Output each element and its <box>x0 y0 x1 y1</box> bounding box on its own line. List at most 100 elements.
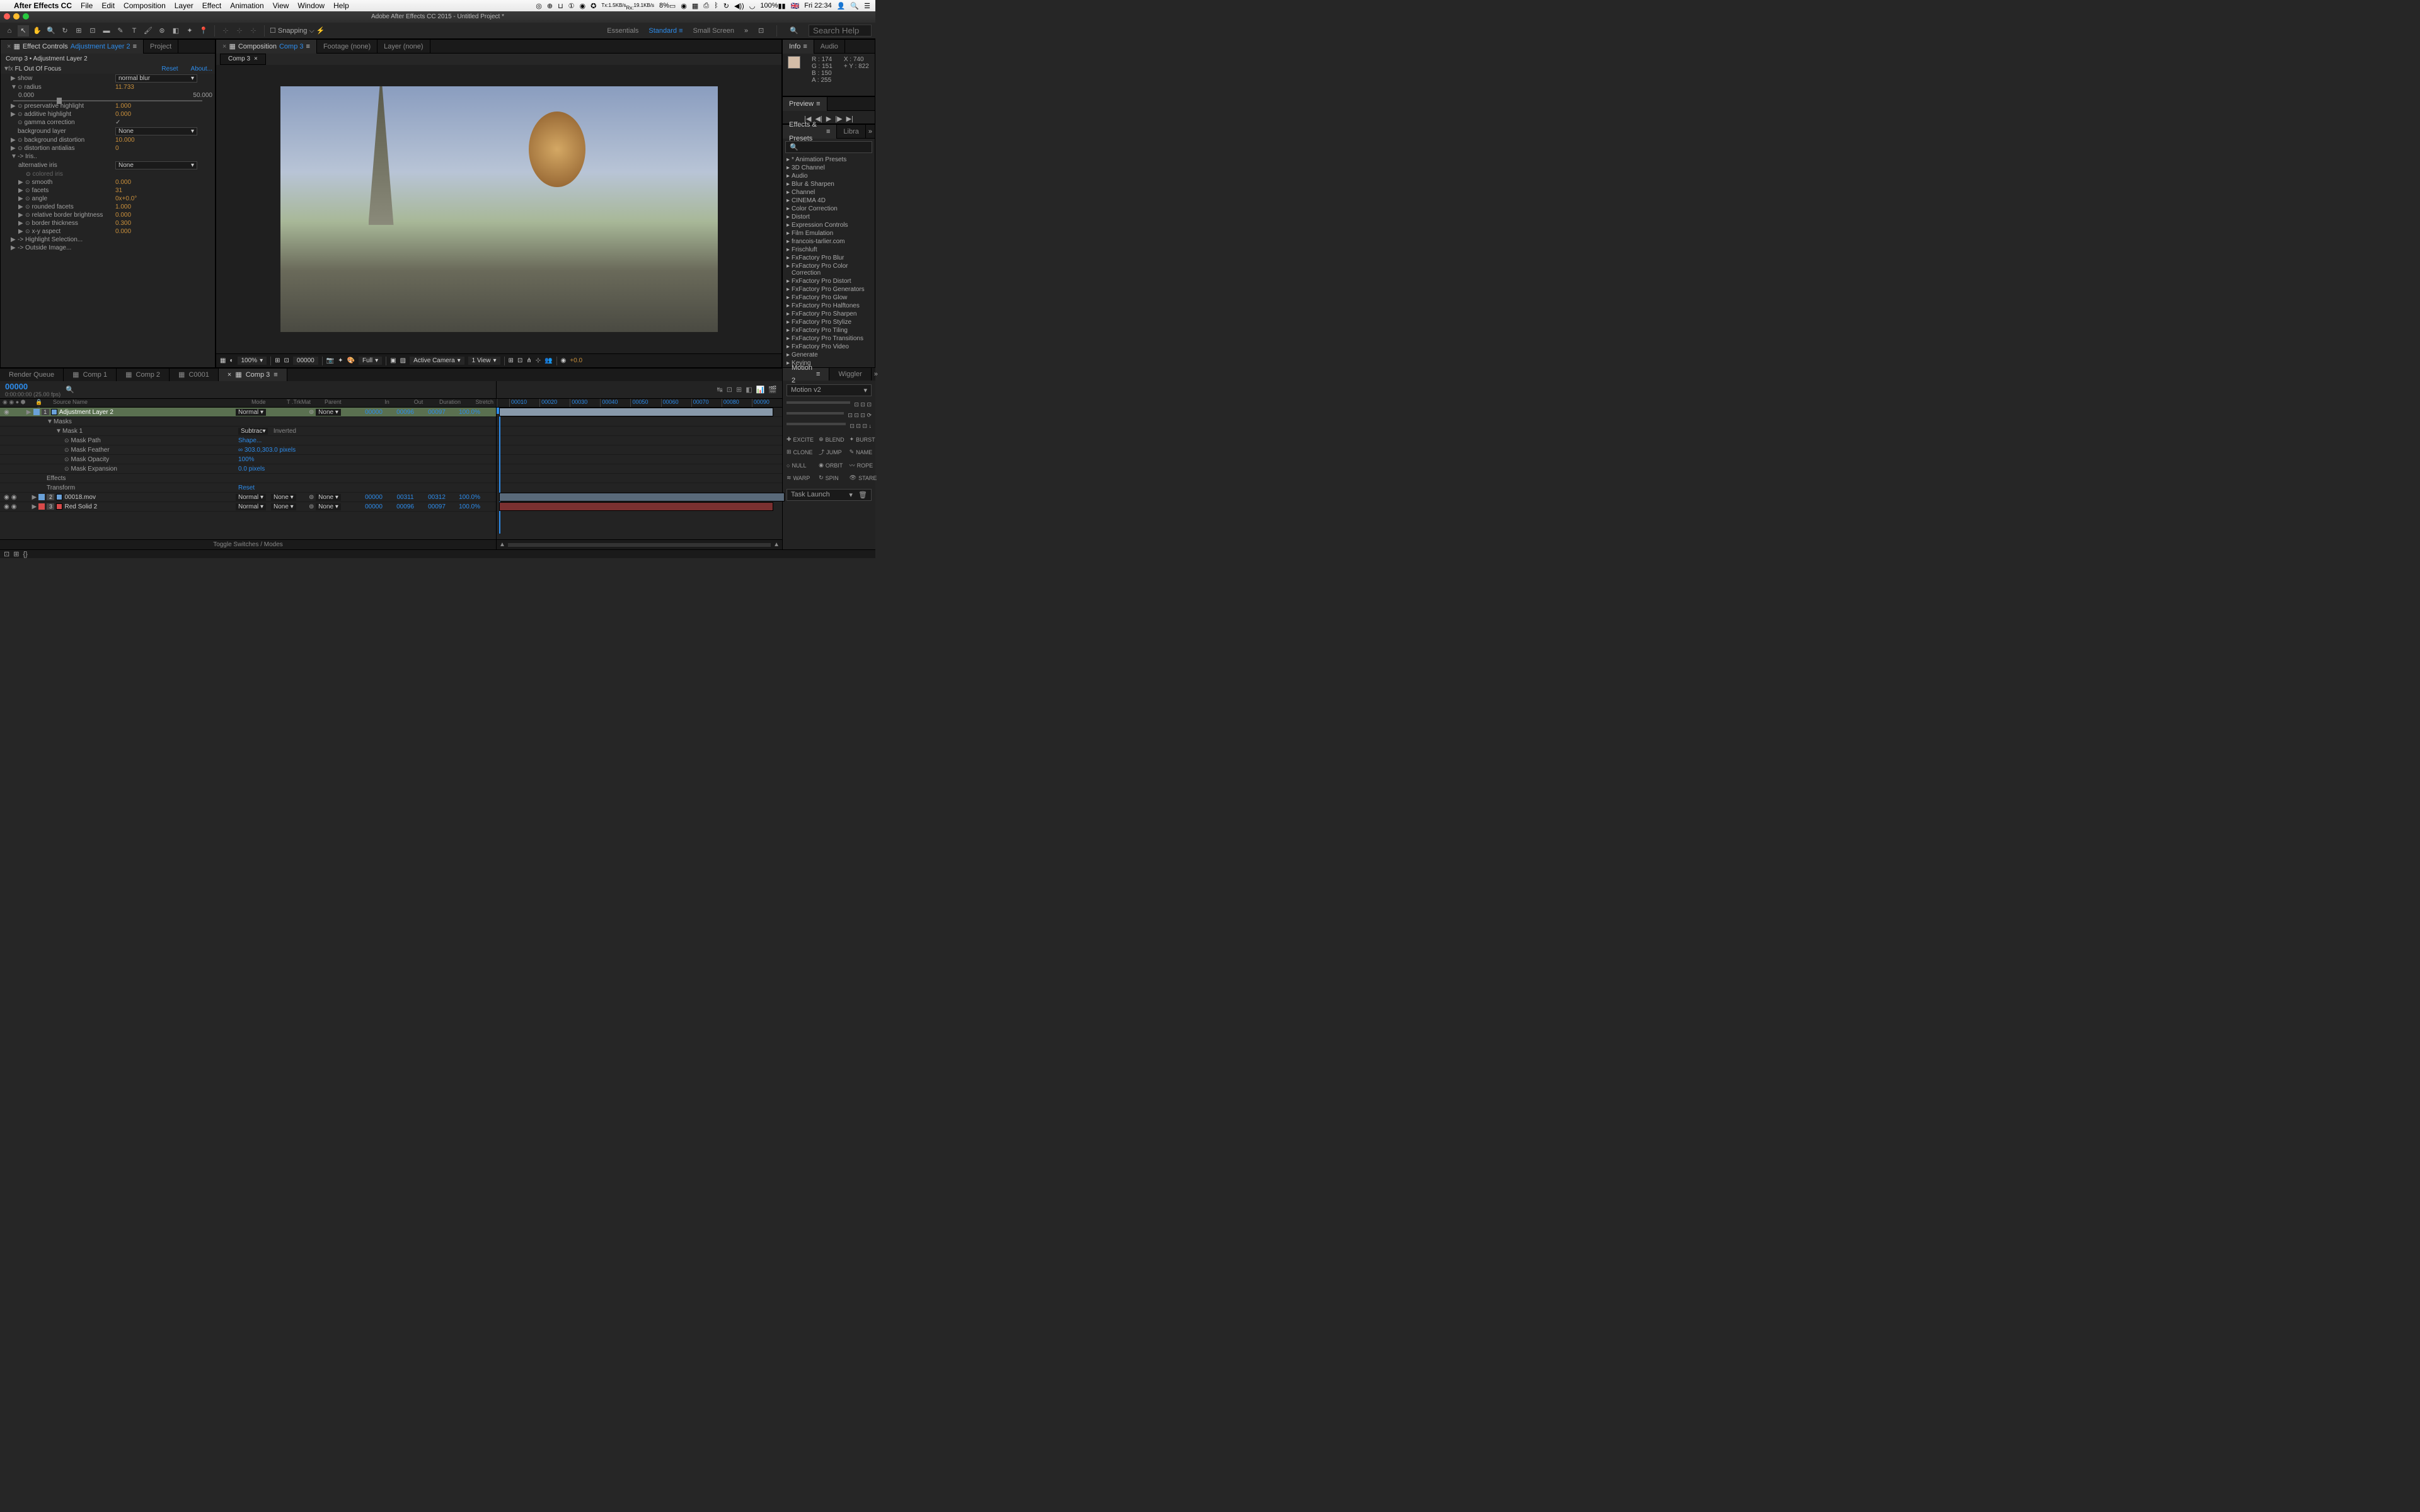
effects-preset-category[interactable]: ▸Color Correction <box>783 205 875 213</box>
motion-orbit-button[interactable]: ◉ORBIT <box>819 461 844 469</box>
zoom-tool-icon[interactable]: 🔍 <box>45 25 57 37</box>
motion-slider[interactable] <box>786 401 850 404</box>
tab-comp2[interactable]: ▦ Comp 2 <box>117 369 170 381</box>
effects-preset-category[interactable]: ▸FxFactory Pro Color Correction <box>783 262 875 277</box>
effects-preset-category[interactable]: ▸3D Channel <box>783 164 875 172</box>
minimize-window-button[interactable] <box>13 13 20 20</box>
effects-preset-category[interactable]: ▸FxFactory Pro Glow <box>783 294 875 302</box>
panel-overflow-icon[interactable]: » <box>872 368 880 381</box>
layer-property-row[interactable]: ⊙ Mask Expansion0.0 pixels <box>0 464 496 474</box>
motion-null-button[interactable]: ○NULL <box>786 461 814 469</box>
status-icon[interactable]: ✪ <box>591 2 596 10</box>
col-parent[interactable]: Parent <box>322 399 371 407</box>
col-in[interactable]: In <box>371 399 403 407</box>
workspace-overflow-icon[interactable]: » <box>744 27 748 35</box>
type-tool-icon[interactable]: T <box>129 25 140 37</box>
pan-behind-tool-icon[interactable]: ⊡ <box>87 25 98 37</box>
motion-slider[interactable] <box>786 412 844 415</box>
camera-dropdown[interactable]: Active Camera ▾ <box>410 357 464 365</box>
effects-preset-category[interactable]: ▸CINEMA 4D <box>783 197 875 205</box>
camera-tool-icon[interactable]: ⊞ <box>73 25 84 37</box>
current-time-display[interactable]: 00000 <box>293 357 318 365</box>
tl-icon[interactable]: ⊡ <box>727 386 732 394</box>
fx-reset-button[interactable]: Reset <box>161 66 178 72</box>
tl-icon[interactable]: ⊞ <box>736 386 742 394</box>
motion-rope-button[interactable]: 〰ROPE <box>850 461 877 469</box>
param-gamma-checkbox[interactable]: ✓ <box>115 119 120 126</box>
alpha-icon[interactable]: ◐ <box>229 357 233 364</box>
layer-property-row[interactable]: Effects <box>0 474 496 483</box>
effects-preset-category[interactable]: ▸Generate <box>783 351 875 359</box>
menu-window[interactable]: Window <box>297 1 325 10</box>
eraser-tool-icon[interactable]: ◧ <box>170 25 182 37</box>
effects-preset-category[interactable]: ▸FxFactory Pro Tiling <box>783 326 875 335</box>
exposure-icon[interactable]: ◉ <box>561 357 567 364</box>
effects-preset-category[interactable]: ▸FxFactory Pro Blur <box>783 254 875 262</box>
tab-project[interactable]: Project <box>144 40 178 54</box>
param-highlight-group[interactable]: -> Highlight Selection... <box>18 236 83 243</box>
net-monitor[interactable]: Tx: 1.5KB/sRx: 19.1KB/s <box>601 1 654 11</box>
selection-tool-icon[interactable]: ↖ <box>18 25 29 37</box>
col-trkmat[interactable]: T .TrkMat <box>284 399 322 407</box>
effects-preset-category[interactable]: ▸francois-tarlier.com <box>783 238 875 246</box>
tab-preview[interactable]: Preview ≡ <box>783 97 827 111</box>
views-dropdown[interactable]: 1 View ▾ <box>468 357 500 365</box>
layer-row[interactable]: ◉◉▶200018.movNormal ▾None ▾⊚ None ▾00000… <box>0 493 496 502</box>
param-value[interactable]: 0 <box>115 145 119 152</box>
icon[interactable]: 👥 <box>544 357 552 364</box>
effects-preset-category[interactable]: ▸FxFactory Pro Halftones <box>783 302 875 310</box>
tab-composition[interactable]: × ▦ Composition Comp 3 ≡ <box>216 40 317 54</box>
layer-bar[interactable] <box>499 408 773 416</box>
motion-stare-button[interactable]: 👁STARE <box>850 474 877 481</box>
hand-tool-icon[interactable]: ✋ <box>32 25 43 37</box>
zoom-dropdown[interactable]: 100% ▾ <box>238 357 267 365</box>
axis-icon[interactable]: ⊹ <box>234 25 245 37</box>
rotation-tool-icon[interactable]: ↻ <box>59 25 71 37</box>
tab-comp1[interactable]: ▦ Comp 1 <box>64 369 117 381</box>
spotlight-icon[interactable]: 🔍 <box>850 2 859 10</box>
roto-brush-tool-icon[interactable]: ✦ <box>184 25 195 37</box>
motion-spin-button[interactable]: ↻SPIN <box>819 474 844 481</box>
layer-row[interactable]: ◉▶1Adjustment Layer 2Normal ▾⊚ None ▾000… <box>0 408 496 417</box>
zoom-in-icon[interactable]: ▲ <box>773 541 780 548</box>
status-icon[interactable]: ① <box>568 2 575 10</box>
timeline-zoom-slider[interactable] <box>508 543 771 547</box>
timeline-search-icon[interactable]: 🔍 <box>66 386 74 394</box>
tab-footage[interactable]: Footage (none) <box>317 40 377 54</box>
tl-icon[interactable]: 🎬 <box>768 386 777 394</box>
effects-preset-category[interactable]: ▸Blur & Sharpen <box>783 180 875 188</box>
param-value[interactable]: 0.000 <box>115 212 131 219</box>
effects-preset-category[interactable]: ▸Distort <box>783 213 875 221</box>
col-source[interactable]: Source Name <box>50 399 249 407</box>
param-bglayer-dropdown[interactable]: None▾ <box>115 127 197 135</box>
layer-property-row[interactable]: ⊙ Mask PathShape... <box>0 436 496 445</box>
param-value[interactable]: 10.000 <box>115 137 135 144</box>
brush-tool-icon[interactable]: 🖌 <box>142 25 154 37</box>
tab-info[interactable]: Info ≡ <box>783 40 814 54</box>
rectangle-tool-icon[interactable]: ▬ <box>101 25 112 37</box>
motion-clone-button[interactable]: ⊞CLONE <box>786 448 814 456</box>
effects-preset-category[interactable]: ▸FxFactory Pro Stylize <box>783 318 875 326</box>
current-time-indicator[interactable] <box>499 408 500 534</box>
fx-about-button[interactable]: About... <box>191 66 212 72</box>
ruler-icon[interactable]: ⊞ <box>275 357 280 364</box>
param-value[interactable]: 1.000 <box>115 203 131 210</box>
preview-next-frame-icon[interactable]: |▶ <box>835 115 842 123</box>
effects-preset-category[interactable]: ▸* Animation Presets <box>783 156 875 164</box>
exposure-value[interactable]: +0.0 <box>570 357 582 364</box>
menu-composition[interactable]: Composition <box>124 1 166 10</box>
tab-wiggler[interactable]: Wiggler <box>829 368 871 381</box>
col-duration[interactable]: Duration <box>434 399 466 407</box>
workspace-essentials[interactable]: Essentials <box>607 27 638 35</box>
tab-layer[interactable]: Layer (none) <box>377 40 430 54</box>
dropbox-icon[interactable]: ⊔ <box>558 2 563 10</box>
toggle-switches-button[interactable]: Toggle Switches / Modes <box>213 541 283 548</box>
zoom-window-button[interactable] <box>23 13 29 20</box>
preview-play-icon[interactable]: ▶ <box>826 115 831 123</box>
user-icon[interactable]: 👤 <box>837 2 846 10</box>
param-value[interactable]: 0.000 <box>115 111 131 118</box>
effects-preset-category[interactable]: ▸FxFactory Pro Video <box>783 343 875 351</box>
app-menu[interactable]: After Effects CC <box>14 1 72 10</box>
param-value[interactable]: 0.300 <box>115 220 131 227</box>
motion-warp-button[interactable]: ≋WARP <box>786 474 814 481</box>
